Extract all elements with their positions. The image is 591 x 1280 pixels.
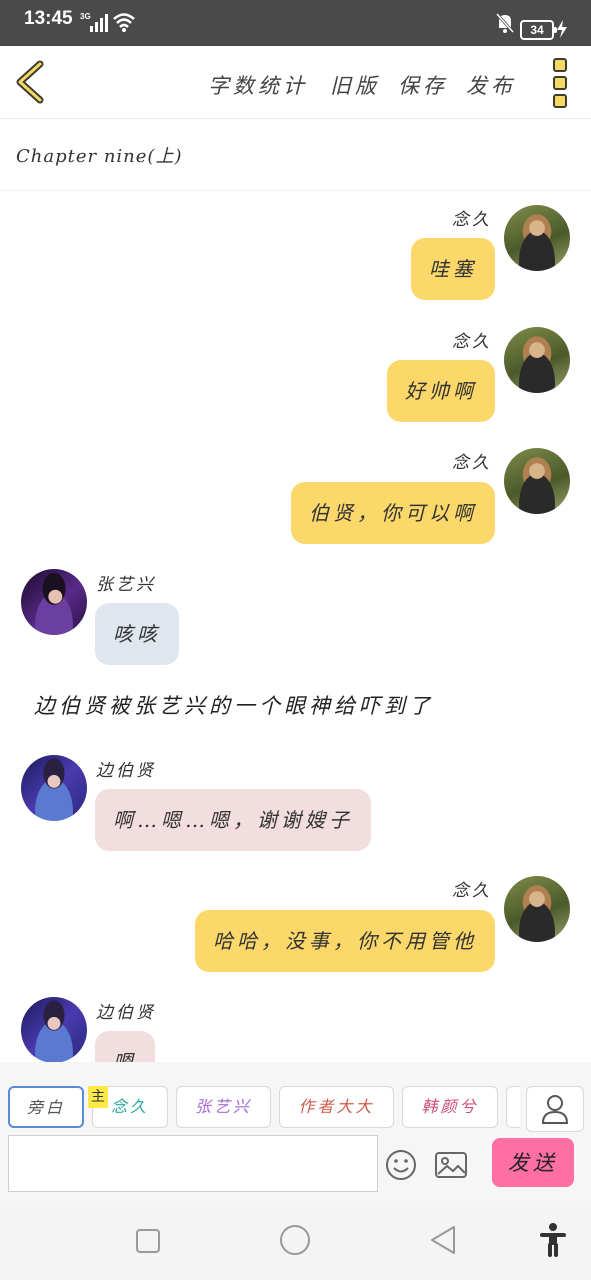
smiley-icon — [386, 1150, 416, 1180]
more-dot-icon — [553, 58, 567, 72]
nianjiu-avatar[interactable] — [504, 327, 570, 393]
nianjiu-avatar[interactable] — [504, 876, 570, 942]
zhangyixing-avatar[interactable] — [21, 569, 87, 635]
home-button[interactable] — [279, 1224, 311, 1260]
role-label: 旁白 — [26, 1098, 65, 1117]
save-button[interactable]: 保存 — [398, 70, 448, 100]
send-button[interactable]: 发送 — [492, 1138, 574, 1187]
chapter-header: Chapter nine(上) — [0, 118, 591, 191]
more-dot-icon — [553, 76, 567, 90]
role-author[interactable]: 作者大大 — [279, 1086, 394, 1128]
system-nav-bar — [0, 1202, 591, 1280]
message-input[interactable] — [8, 1135, 378, 1192]
message-bubble[interactable]: 啊…嗯…嗯，谢谢嫂子 — [95, 789, 371, 851]
nianjiu-avatar[interactable] — [504, 205, 570, 271]
old-version-button[interactable]: 旧版 — [330, 70, 380, 100]
recents-button[interactable] — [134, 1227, 162, 1259]
accessibility-button[interactable] — [538, 1222, 568, 1262]
charging-icon — [556, 20, 568, 42]
role-hanyanxi[interactable]: 韩颜兮 — [402, 1086, 498, 1128]
role-narrator[interactable]: 旁白 — [8, 1086, 84, 1128]
sender-name: 念久 — [452, 332, 492, 352]
signal-icon: 3G — [80, 10, 108, 38]
role-overflow-item[interactable] — [506, 1086, 520, 1128]
bianboxian-avatar[interactable] — [21, 997, 87, 1063]
back-button[interactable] — [12, 60, 52, 104]
message-bubble[interactable]: 哇塞 — [411, 238, 495, 300]
narration-text[interactable]: 边伯贤被张艺兴的一个眼神给吓到了 — [34, 690, 434, 720]
circle-icon — [280, 1225, 310, 1255]
role-label: 张艺兴 — [194, 1097, 252, 1116]
nianjiu-avatar[interactable] — [504, 448, 570, 514]
manage-roles-button[interactable] — [526, 1086, 584, 1132]
sender-name: 念久 — [452, 453, 492, 473]
status-bar: 13:45 3G 34 — [0, 0, 591, 46]
battery-indicator: 34 — [520, 20, 557, 40]
insert-image-button[interactable] — [434, 1150, 468, 1180]
sender-name: 张艺兴 — [96, 575, 156, 595]
more-menu-button[interactable] — [548, 58, 572, 108]
word-count-button[interactable]: 字数统计 — [208, 70, 308, 100]
square-icon — [136, 1229, 160, 1253]
role-label: 作者大大 — [298, 1097, 375, 1116]
status-time: 13:45 — [24, 8, 73, 29]
role-label: 念久 — [110, 1097, 149, 1116]
message-bubble[interactable]: 咳咳 — [95, 603, 179, 665]
role-zhangyixing[interactable]: 张艺兴 — [176, 1086, 271, 1128]
role-label: 韩颜兮 — [421, 1097, 479, 1116]
network-type-label: 3G — [80, 12, 91, 21]
more-dot-icon — [553, 94, 567, 108]
sender-name: 念久 — [452, 881, 492, 901]
nav-back-button[interactable] — [428, 1224, 458, 1260]
wifi-icon — [112, 11, 136, 37]
sender-name: 边伯贤 — [96, 1003, 156, 1023]
image-icon — [435, 1152, 467, 1178]
editor-toolbar: 字数统计 旧版 保存 发布 — [0, 46, 591, 119]
accessibility-icon — [540, 1223, 566, 1257]
chapter-title[interactable]: Chapter nine(上) — [16, 142, 182, 168]
message-bubble[interactable]: 伯贤，你可以啊 — [291, 482, 495, 544]
publish-button[interactable]: 发布 — [466, 70, 516, 100]
chevron-left-icon — [16, 60, 44, 104]
person-icon — [541, 1095, 569, 1124]
bianboxian-avatar[interactable] — [21, 755, 87, 821]
main-role-badge: 主 — [88, 1086, 108, 1108]
emoji-button[interactable] — [384, 1148, 418, 1182]
message-bubble[interactable]: 好帅啊 — [387, 360, 495, 422]
message-bubble[interactable]: 哈哈，没事，你不用管他 — [195, 910, 495, 972]
sender-name: 边伯贤 — [96, 761, 156, 781]
mute-icon — [495, 12, 515, 38]
triangle-back-icon — [431, 1226, 455, 1254]
sender-name: 念久 — [452, 210, 492, 230]
